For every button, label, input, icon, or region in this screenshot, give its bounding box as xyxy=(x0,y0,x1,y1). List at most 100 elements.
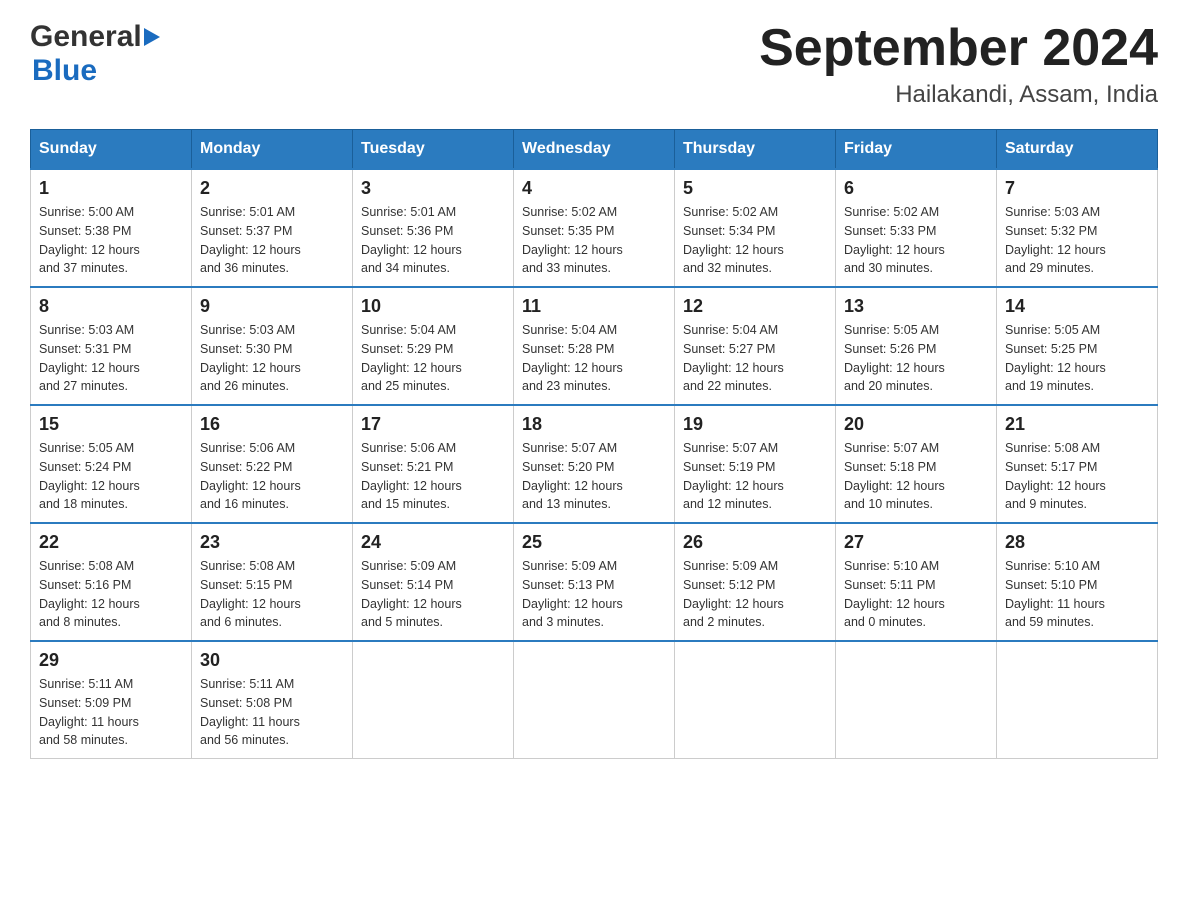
table-row: 24 Sunrise: 5:09 AMSunset: 5:14 PMDaylig… xyxy=(353,523,514,641)
table-row: 2 Sunrise: 5:01 AMSunset: 5:37 PMDayligh… xyxy=(192,169,353,287)
title-block: September 2024 Hailakandi, Assam, India xyxy=(759,20,1158,109)
day-info: Sunrise: 5:05 AMSunset: 5:25 PMDaylight:… xyxy=(1005,323,1106,393)
calendar-week-4: 22 Sunrise: 5:08 AMSunset: 5:16 PMDaylig… xyxy=(31,523,1158,641)
day-info: Sunrise: 5:07 AMSunset: 5:20 PMDaylight:… xyxy=(522,441,623,511)
day-number: 2 xyxy=(200,178,344,199)
day-info: Sunrise: 5:09 AMSunset: 5:12 PMDaylight:… xyxy=(683,559,784,629)
header-row: Sunday Monday Tuesday Wednesday Thursday… xyxy=(31,130,1158,170)
col-thursday: Thursday xyxy=(675,130,836,170)
day-info: Sunrise: 5:00 AMSunset: 5:38 PMDaylight:… xyxy=(39,205,140,275)
calendar-week-3: 15 Sunrise: 5:05 AMSunset: 5:24 PMDaylig… xyxy=(31,405,1158,523)
day-number: 6 xyxy=(844,178,988,199)
table-row: 28 Sunrise: 5:10 AMSunset: 5:10 PMDaylig… xyxy=(997,523,1158,641)
day-info: Sunrise: 5:02 AMSunset: 5:35 PMDaylight:… xyxy=(522,205,623,275)
day-number: 16 xyxy=(200,414,344,435)
table-row: 23 Sunrise: 5:08 AMSunset: 5:15 PMDaylig… xyxy=(192,523,353,641)
day-number: 19 xyxy=(683,414,827,435)
day-info: Sunrise: 5:06 AMSunset: 5:22 PMDaylight:… xyxy=(200,441,301,511)
day-info: Sunrise: 5:10 AMSunset: 5:10 PMDaylight:… xyxy=(1005,559,1105,629)
table-row: 30 Sunrise: 5:11 AMSunset: 5:08 PMDaylig… xyxy=(192,641,353,759)
day-number: 29 xyxy=(39,650,183,671)
page-header: General Blue September 2024 Hailakandi, … xyxy=(30,20,1158,109)
day-number: 30 xyxy=(200,650,344,671)
col-wednesday: Wednesday xyxy=(514,130,675,170)
day-number: 4 xyxy=(522,178,666,199)
day-number: 22 xyxy=(39,532,183,553)
day-info: Sunrise: 5:03 AMSunset: 5:30 PMDaylight:… xyxy=(200,323,301,393)
page-title: September 2024 xyxy=(759,20,1158,77)
day-number: 12 xyxy=(683,296,827,317)
logo-blue-text: Blue xyxy=(32,54,97,87)
day-info: Sunrise: 5:11 AMSunset: 5:08 PMDaylight:… xyxy=(200,677,300,747)
day-number: 17 xyxy=(361,414,505,435)
table-row: 8 Sunrise: 5:03 AMSunset: 5:31 PMDayligh… xyxy=(31,287,192,405)
day-number: 20 xyxy=(844,414,988,435)
calendar-week-1: 1 Sunrise: 5:00 AMSunset: 5:38 PMDayligh… xyxy=(31,169,1158,287)
table-row: 5 Sunrise: 5:02 AMSunset: 5:34 PMDayligh… xyxy=(675,169,836,287)
day-number: 10 xyxy=(361,296,505,317)
table-row xyxy=(675,641,836,759)
day-info: Sunrise: 5:08 AMSunset: 5:15 PMDaylight:… xyxy=(200,559,301,629)
table-row: 4 Sunrise: 5:02 AMSunset: 5:35 PMDayligh… xyxy=(514,169,675,287)
calendar-week-5: 29 Sunrise: 5:11 AMSunset: 5:09 PMDaylig… xyxy=(31,641,1158,759)
table-row: 13 Sunrise: 5:05 AMSunset: 5:26 PMDaylig… xyxy=(836,287,997,405)
day-number: 1 xyxy=(39,178,183,199)
calendar-table: Sunday Monday Tuesday Wednesday Thursday… xyxy=(30,129,1158,759)
day-info: Sunrise: 5:04 AMSunset: 5:27 PMDaylight:… xyxy=(683,323,784,393)
day-info: Sunrise: 5:03 AMSunset: 5:31 PMDaylight:… xyxy=(39,323,140,393)
table-row: 9 Sunrise: 5:03 AMSunset: 5:30 PMDayligh… xyxy=(192,287,353,405)
table-row: 7 Sunrise: 5:03 AMSunset: 5:32 PMDayligh… xyxy=(997,169,1158,287)
day-number: 7 xyxy=(1005,178,1149,199)
day-info: Sunrise: 5:06 AMSunset: 5:21 PMDaylight:… xyxy=(361,441,462,511)
day-number: 9 xyxy=(200,296,344,317)
day-number: 24 xyxy=(361,532,505,553)
table-row xyxy=(353,641,514,759)
table-row: 6 Sunrise: 5:02 AMSunset: 5:33 PMDayligh… xyxy=(836,169,997,287)
day-number: 18 xyxy=(522,414,666,435)
day-info: Sunrise: 5:09 AMSunset: 5:13 PMDaylight:… xyxy=(522,559,623,629)
day-number: 13 xyxy=(844,296,988,317)
table-row xyxy=(836,641,997,759)
table-row xyxy=(514,641,675,759)
day-number: 26 xyxy=(683,532,827,553)
day-number: 11 xyxy=(522,296,666,317)
col-sunday: Sunday xyxy=(31,130,192,170)
table-row: 25 Sunrise: 5:09 AMSunset: 5:13 PMDaylig… xyxy=(514,523,675,641)
day-number: 3 xyxy=(361,178,505,199)
day-info: Sunrise: 5:05 AMSunset: 5:24 PMDaylight:… xyxy=(39,441,140,511)
table-row: 22 Sunrise: 5:08 AMSunset: 5:16 PMDaylig… xyxy=(31,523,192,641)
day-info: Sunrise: 5:07 AMSunset: 5:18 PMDaylight:… xyxy=(844,441,945,511)
day-number: 8 xyxy=(39,296,183,317)
page-subtitle: Hailakandi, Assam, India xyxy=(759,81,1158,109)
table-row: 19 Sunrise: 5:07 AMSunset: 5:19 PMDaylig… xyxy=(675,405,836,523)
day-number: 5 xyxy=(683,178,827,199)
day-number: 23 xyxy=(200,532,344,553)
day-info: Sunrise: 5:03 AMSunset: 5:32 PMDaylight:… xyxy=(1005,205,1106,275)
day-info: Sunrise: 5:10 AMSunset: 5:11 PMDaylight:… xyxy=(844,559,945,629)
day-info: Sunrise: 5:04 AMSunset: 5:28 PMDaylight:… xyxy=(522,323,623,393)
day-info: Sunrise: 5:08 AMSunset: 5:17 PMDaylight:… xyxy=(1005,441,1106,511)
calendar-week-2: 8 Sunrise: 5:03 AMSunset: 5:31 PMDayligh… xyxy=(31,287,1158,405)
table-row: 15 Sunrise: 5:05 AMSunset: 5:24 PMDaylig… xyxy=(31,405,192,523)
day-info: Sunrise: 5:11 AMSunset: 5:09 PMDaylight:… xyxy=(39,677,139,747)
day-info: Sunrise: 5:07 AMSunset: 5:19 PMDaylight:… xyxy=(683,441,784,511)
table-row: 17 Sunrise: 5:06 AMSunset: 5:21 PMDaylig… xyxy=(353,405,514,523)
col-tuesday: Tuesday xyxy=(353,130,514,170)
day-info: Sunrise: 5:02 AMSunset: 5:33 PMDaylight:… xyxy=(844,205,945,275)
table-row: 18 Sunrise: 5:07 AMSunset: 5:20 PMDaylig… xyxy=(514,405,675,523)
col-friday: Friday xyxy=(836,130,997,170)
day-info: Sunrise: 5:09 AMSunset: 5:14 PMDaylight:… xyxy=(361,559,462,629)
day-info: Sunrise: 5:02 AMSunset: 5:34 PMDaylight:… xyxy=(683,205,784,275)
day-info: Sunrise: 5:08 AMSunset: 5:16 PMDaylight:… xyxy=(39,559,140,629)
day-number: 21 xyxy=(1005,414,1149,435)
day-info: Sunrise: 5:01 AMSunset: 5:36 PMDaylight:… xyxy=(361,205,462,275)
table-row: 29 Sunrise: 5:11 AMSunset: 5:09 PMDaylig… xyxy=(31,641,192,759)
table-row xyxy=(997,641,1158,759)
day-info: Sunrise: 5:04 AMSunset: 5:29 PMDaylight:… xyxy=(361,323,462,393)
table-row: 21 Sunrise: 5:08 AMSunset: 5:17 PMDaylig… xyxy=(997,405,1158,523)
table-row: 20 Sunrise: 5:07 AMSunset: 5:18 PMDaylig… xyxy=(836,405,997,523)
calendar-header: Sunday Monday Tuesday Wednesday Thursday… xyxy=(31,130,1158,170)
table-row: 12 Sunrise: 5:04 AMSunset: 5:27 PMDaylig… xyxy=(675,287,836,405)
col-monday: Monday xyxy=(192,130,353,170)
day-number: 28 xyxy=(1005,532,1149,553)
